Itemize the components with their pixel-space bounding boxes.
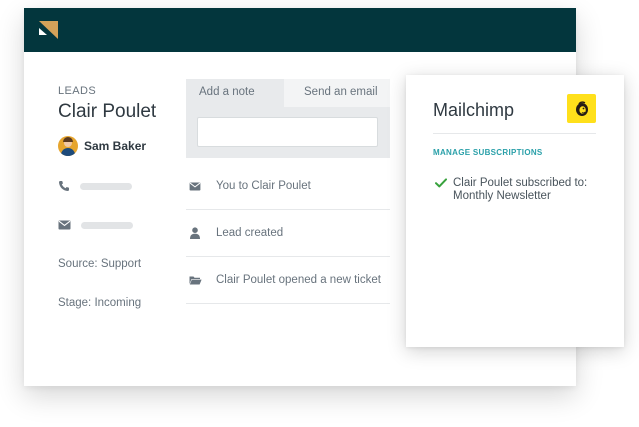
panel-title: Mailchimp bbox=[433, 100, 515, 120]
activity-text: Lead created bbox=[216, 227, 284, 239]
activity-item[interactable]: Clair Poulet opened a new ticket bbox=[186, 257, 390, 304]
user-icon bbox=[190, 227, 200, 239]
note-input[interactable] bbox=[197, 117, 378, 147]
mail-icon bbox=[189, 181, 201, 191]
note-composer bbox=[186, 107, 390, 158]
lead-source: Source: Support bbox=[58, 258, 142, 270]
phone-icon bbox=[59, 181, 69, 191]
activity-item[interactable]: You to Clair Poulet bbox=[186, 163, 390, 210]
mailchimp-panel: Mailchimp MANAGE SUBSCRIPTIONS Clair Pou… bbox=[406, 75, 624, 347]
lead-stage: Stage: Incoming bbox=[58, 297, 142, 309]
phone-row bbox=[58, 179, 132, 193]
tab-send-email[interactable]: Send an email bbox=[284, 79, 390, 107]
panel-divider bbox=[433, 133, 596, 134]
subscription-line: Clair Poulet subscribed to: bbox=[453, 177, 588, 189]
lead-name: Clair Poulet bbox=[58, 101, 157, 122]
section-label: LEADS bbox=[58, 85, 97, 97]
mailchimp-icon bbox=[567, 94, 596, 123]
composer-tabs: Add a note Send an email bbox=[186, 79, 390, 107]
tab-add-note[interactable]: Add a note bbox=[186, 79, 284, 107]
phone-placeholder bbox=[80, 182, 132, 190]
email-row bbox=[58, 218, 133, 232]
activity-item[interactable]: Lead created bbox=[186, 210, 390, 257]
app-header bbox=[24, 8, 576, 52]
email-placeholder bbox=[81, 221, 133, 229]
check-icon bbox=[435, 178, 447, 188]
activity-text: You to Clair Poulet bbox=[216, 180, 311, 192]
brand-logo-icon[interactable] bbox=[36, 18, 60, 42]
avatar bbox=[58, 136, 78, 156]
assignee[interactable]: Sam Baker bbox=[58, 136, 146, 156]
newsletter-name: Monthly Newsletter bbox=[453, 190, 551, 202]
subscription-status: Clair Poulet subscribed to: Monthly News… bbox=[435, 177, 587, 203]
assignee-name: Sam Baker bbox=[84, 139, 147, 153]
manage-subscriptions-link[interactable]: MANAGE SUBSCRIPTIONS bbox=[433, 148, 543, 157]
folder-icon bbox=[189, 276, 202, 285]
mail-icon bbox=[58, 220, 71, 230]
activity-text: Clair Poulet opened a new ticket bbox=[216, 274, 381, 286]
